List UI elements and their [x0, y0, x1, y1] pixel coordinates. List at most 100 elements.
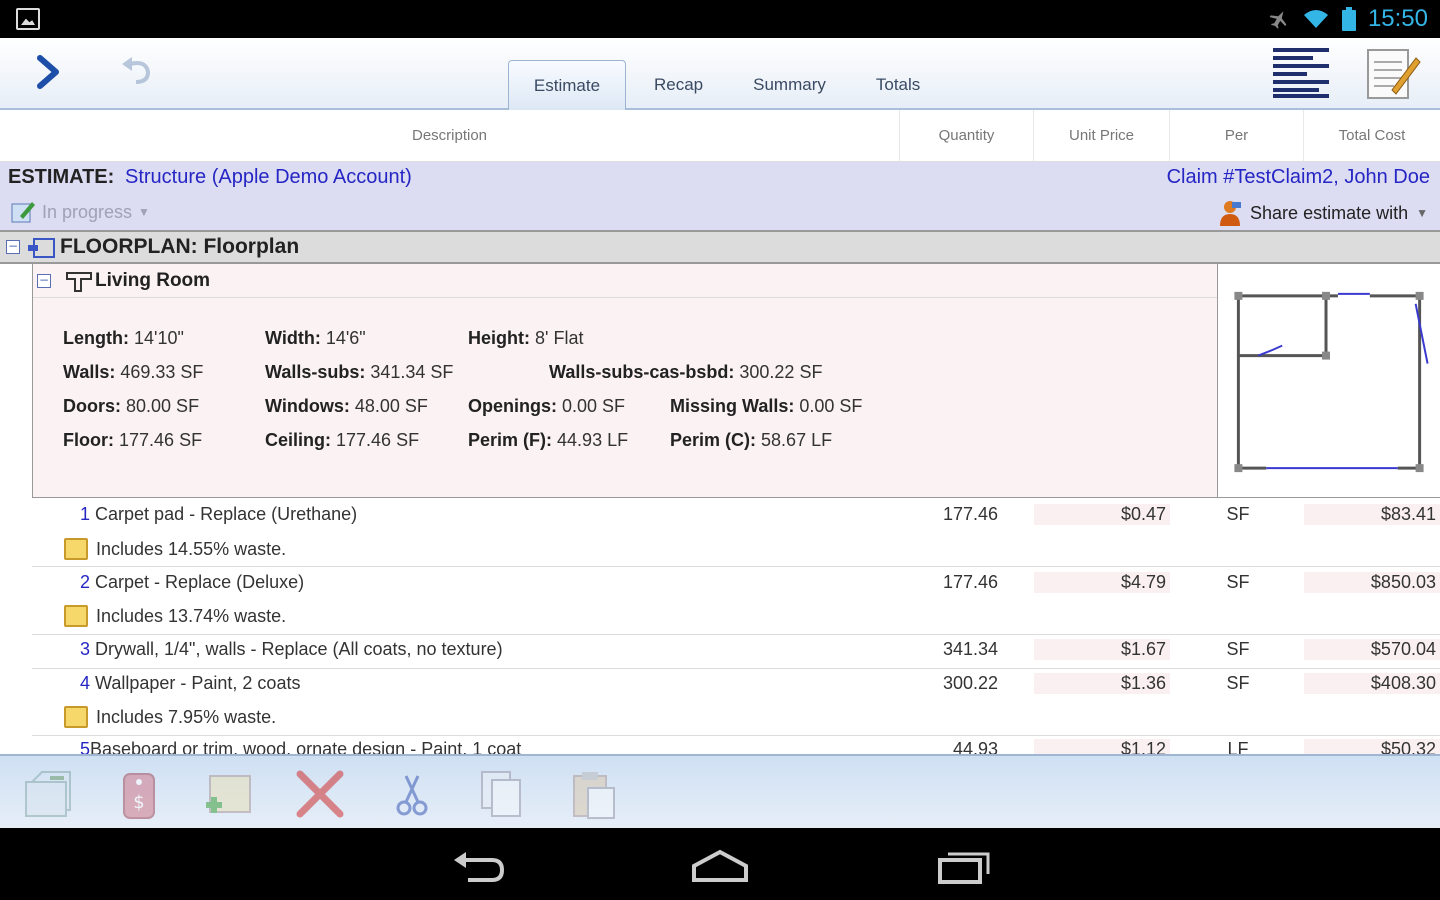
row-divider: [32, 735, 1440, 736]
line-item-note[interactable]: Includes 13.74% waste.: [64, 605, 286, 627]
status-time: 15:50: [1367, 5, 1428, 32]
line-item-note[interactable]: Includes 14.55% waste.: [64, 538, 286, 560]
floorplan-title: FLOORPLAN: Floorplan: [60, 235, 300, 258]
line-item-unit: SF: [1226, 572, 1250, 592]
line-item-unit-price[interactable]: $4.79: [1034, 572, 1170, 593]
measure-walls: Walls: 469.33 SF: [63, 362, 204, 382]
new-document-icon[interactable]: [20, 766, 76, 822]
floorplan-icon: [28, 238, 55, 258]
measure-openings: Openings: 0.00 SF: [468, 396, 626, 416]
back-icon[interactable]: [448, 846, 508, 886]
line-item-description: 3 Drywall, 1/4", walls - Replace (All co…: [80, 639, 503, 659]
line-item-unit-price[interactable]: $1.36: [1034, 673, 1170, 694]
tab-recap[interactable]: Recap: [632, 60, 725, 110]
tab-estimate[interactable]: Estimate: [508, 60, 626, 110]
measure-walls-subs-cas: Walls-subs-cas-bsbd: 300.22 SF: [549, 362, 823, 382]
line-item-description: 4 Wallpaper - Paint, 2 coats: [80, 673, 301, 693]
room-sketch-thumbnail[interactable]: [1218, 264, 1440, 498]
copy-icon[interactable]: [474, 766, 530, 822]
room-title-row[interactable]: − Living Room: [33, 264, 1217, 298]
status-dropdown[interactable]: In progress ▼: [10, 200, 150, 224]
claim-link[interactable]: Claim #TestClaim2, John Doe: [1167, 166, 1430, 189]
gallery-notification-icon: [16, 8, 40, 30]
note-icon: [64, 706, 88, 728]
measure-perim-f: Perim (F): 44.93 LF: [468, 430, 629, 450]
svg-text:$: $: [133, 792, 144, 813]
undo-icon[interactable]: [120, 56, 154, 86]
floorplan-row[interactable]: − FLOORPLAN: Floorplan: [0, 230, 1440, 264]
line-item-unit: SF: [1226, 673, 1250, 693]
col-total-cost[interactable]: Total Cost: [1304, 110, 1440, 161]
measure-perim-c: Perim (C): 58.67 LF: [670, 430, 833, 450]
recent-apps-icon[interactable]: [934, 846, 994, 886]
line-item-unit-price[interactable]: $1.67: [1034, 639, 1170, 660]
measure-length: Length: 14'10": [63, 328, 184, 348]
line-item-unit: LF: [1227, 739, 1249, 754]
row-divider: [32, 634, 1440, 635]
line-item-description: 2 Carpet - Replace (Deluxe): [80, 572, 305, 592]
line-item-unit-price[interactable]: $1.12: [1034, 739, 1170, 754]
line-item-total: $83.41: [1304, 504, 1440, 525]
note-text: Includes 7.95% waste.: [96, 706, 277, 727]
row-divider: [32, 566, 1440, 567]
line-item-quantity: 300.22: [942, 673, 998, 693]
home-icon[interactable]: [690, 846, 750, 886]
paste-icon[interactable]: [566, 766, 622, 822]
measure-height: Height: 8' Flat: [468, 328, 584, 348]
add-item-icon[interactable]: [202, 766, 258, 822]
chevron-right-icon[interactable]: [34, 54, 64, 90]
line-item-quantity: 177.46: [942, 504, 998, 524]
col-unit-price[interactable]: Unit Price: [1034, 110, 1170, 161]
price-tag-icon[interactable]: $: [112, 766, 168, 822]
column-header-row: Description Quantity Unit Price Per Tota…: [0, 110, 1440, 162]
structure-link[interactable]: Structure (Apple Demo Account): [125, 166, 412, 189]
wifi-icon: [1303, 10, 1328, 28]
line-item-description: 1 Carpet pad - Replace (Urethane): [80, 504, 358, 524]
tab-summary[interactable]: Summary: [731, 60, 848, 110]
note-icon: [64, 538, 88, 560]
chevron-down-icon: ▼: [1416, 206, 1428, 220]
line-item-total: $850.03: [1304, 572, 1440, 593]
notepad-pencil-icon[interactable]: [1362, 44, 1422, 102]
col-per[interactable]: Per: [1170, 110, 1304, 161]
system-navigation-bar: [0, 828, 1440, 900]
line-item-note[interactable]: Includes 7.95% waste.: [64, 706, 276, 728]
line-item-total: $570.04: [1304, 639, 1440, 660]
note-text: Includes 14.55% waste.: [96, 538, 287, 559]
battery-icon: [1341, 7, 1356, 31]
line-item-description: 5Baseboard or trim, wood, ornate design …: [80, 739, 522, 754]
line-item-unit-price[interactable]: $0.47: [1034, 504, 1170, 525]
collapse-floorplan-icon[interactable]: −: [6, 240, 20, 254]
share-estimate-dropdown[interactable]: Share estimate with ▼: [1218, 200, 1428, 226]
tab-totals[interactable]: Totals: [854, 60, 942, 110]
bottom-action-toolbar: $: [0, 754, 1440, 828]
measure-windows: Windows: 48.00 SF: [265, 396, 428, 416]
measure-width: Width: 14'6": [265, 328, 366, 348]
status-icons: 15:50: [1268, 4, 1428, 34]
status-text: In progress: [42, 201, 133, 222]
line-item-unit: SF: [1226, 639, 1250, 659]
delete-x-icon[interactable]: [292, 766, 348, 822]
line-item-quantity: 44.93: [952, 739, 998, 754]
airplane-icon: [1269, 11, 1287, 29]
share-person-icon: [1220, 201, 1242, 226]
line-item-quantity: 177.46: [942, 572, 998, 592]
line-item-unit: SF: [1226, 504, 1250, 524]
room-title: Living Room: [95, 269, 211, 291]
measure-ceiling: Ceiling: 177.46 SF: [265, 430, 420, 450]
measure-doors: Doors: 80.00 SF: [63, 396, 200, 416]
chevron-down-icon: ▼: [138, 205, 150, 219]
view-tabs: Estimate Recap Summary Totals: [508, 60, 948, 110]
line-items-list: 1 Carpet pad - Replace (Urethane) 177.46…: [0, 498, 1440, 754]
line-item-quantity: 341.34: [942, 639, 998, 659]
row-divider: [32, 668, 1440, 669]
col-quantity[interactable]: Quantity: [900, 110, 1034, 161]
top-toolbar: Estimate Recap Summary Totals: [0, 38, 1440, 110]
note-icon: [64, 605, 88, 627]
measure-floor: Floor: 177.46 SF: [63, 430, 203, 450]
collapse-room-icon[interactable]: −: [37, 273, 51, 288]
list-lines-icon[interactable]: [1273, 46, 1329, 98]
edit-status-icon: [11, 202, 35, 223]
cut-scissors-icon[interactable]: [384, 766, 440, 822]
col-description[interactable]: Description: [0, 110, 900, 161]
